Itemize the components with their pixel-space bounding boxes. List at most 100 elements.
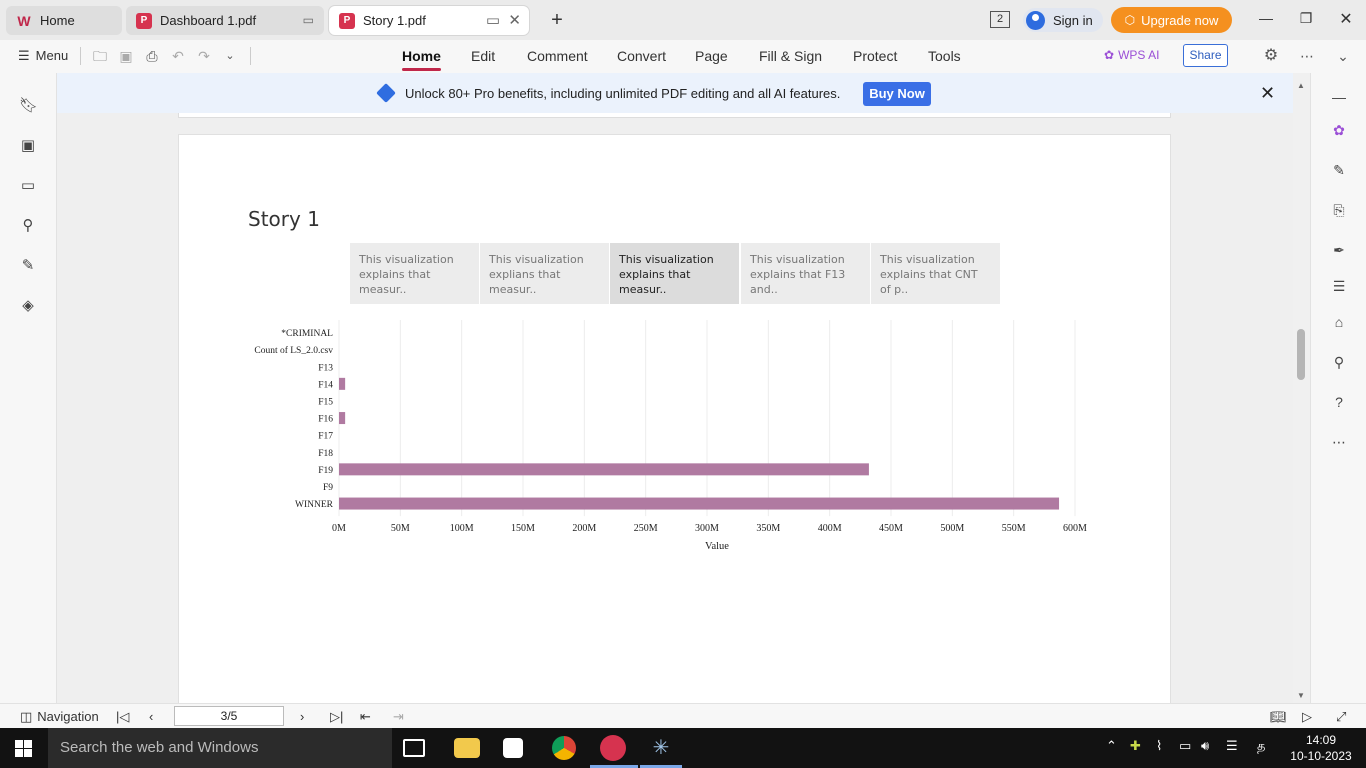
chevron-down-icon[interactable]: ⌄ (221, 47, 239, 65)
story-point-2[interactable]: This visualization explians that measur.… (480, 243, 609, 304)
minimize-button[interactable]: — (1256, 10, 1276, 26)
translate-icon[interactable]: ⌂ (1330, 313, 1348, 331)
redo-icon[interactable]: ↷ (195, 47, 213, 65)
tab-dashboard-pdf[interactable]: P Dashboard 1.pdf ▭ (126, 6, 324, 35)
file-explorer-icon[interactable] (454, 738, 480, 758)
wifi-icon[interactable]: ⌇ (1156, 738, 1162, 754)
play-icon[interactable]: ▷ (1302, 709, 1312, 725)
page-count-badge[interactable]: 2 (990, 11, 1010, 28)
compare-icon[interactable]: ☰ (1330, 277, 1348, 295)
tab-close-icon[interactable]: ▭ ✕ (486, 11, 521, 29)
story-point-5[interactable]: This visualization explains that CNT of … (871, 243, 1000, 304)
attachment-icon[interactable]: ⚲ (19, 217, 37, 235)
navigation-label: Navigation (37, 709, 99, 724)
maximize-button[interactable]: ❐ (1296, 10, 1316, 27)
close-window-button[interactable]: ✕ (1336, 9, 1356, 29)
tab-home-menu[interactable]: Home (402, 48, 441, 71)
panel-icon: ◫ (20, 709, 33, 724)
volume-icon[interactable]: 🔊︎ (1201, 738, 1209, 754)
x-tick-label: 350M (756, 523, 780, 534)
story-point-4[interactable]: This visualization explains that F13 and… (741, 243, 870, 304)
taskbar-clock[interactable]: 14:09 10-10-2023 (1288, 732, 1354, 764)
new-tab-button[interactable]: + (546, 10, 568, 30)
y-category-label: F13 (318, 363, 333, 373)
chrome-icon[interactable] (552, 736, 576, 760)
help-icon[interactable]: ? (1330, 393, 1348, 411)
taskbar-search-input[interactable]: Search the web and Windows (48, 728, 392, 768)
share-button[interactable]: Share (1183, 44, 1228, 67)
next-page-icon[interactable]: › (300, 709, 304, 724)
document-viewer: Unlock 80+ Pro benefits, including unlim… (57, 73, 1293, 703)
battery-icon[interactable]: ▭ (1179, 738, 1191, 754)
tableau-icon[interactable]: ✳ (650, 737, 672, 759)
task-view-icon[interactable] (403, 739, 425, 757)
x-tick-label: 0M (332, 523, 346, 534)
tray-app-icon[interactable]: ✚ (1130, 738, 1141, 754)
fullscreen-icon[interactable]: ⤢ (1336, 709, 1346, 725)
search-icon[interactable]: ⚲ (1330, 353, 1348, 371)
thumbnail-icon[interactable]: ▣ (19, 137, 37, 155)
menu-button[interactable]: ☰ Menu (18, 48, 68, 64)
save-icon[interactable]: ▣ (117, 47, 135, 65)
more-icon[interactable]: ⋯ (1330, 433, 1348, 451)
tab-fill-sign[interactable]: Fill & Sign (759, 48, 822, 64)
store-icon[interactable] (503, 738, 523, 758)
last-page-icon[interactable]: ▷| (330, 709, 343, 725)
rotate-right-icon[interactable]: ⇥ (393, 709, 404, 725)
tab-home[interactable]: W Home (6, 6, 122, 35)
close-banner-icon[interactable]: ✕ (1260, 83, 1275, 104)
x-tick-label: 250M (634, 523, 658, 534)
tab-protect[interactable]: Protect (853, 48, 897, 64)
comment-icon[interactable]: ▭ (19, 177, 37, 195)
wps-taskbar-icon[interactable] (600, 735, 626, 761)
signature-icon[interactable]: ✎ (19, 257, 37, 275)
vertical-scrollbar[interactable]: ▲ ▼ (1293, 73, 1310, 703)
first-page-icon[interactable]: |◁ (116, 709, 129, 725)
ai-assistant-icon[interactable]: ✿ (1330, 121, 1348, 139)
wps-ai-button[interactable]: ✿ WPS AI (1104, 48, 1159, 62)
collapse-icon[interactable]: — (1330, 88, 1348, 106)
scroll-down-icon[interactable]: ▼ (1297, 691, 1305, 700)
tab-tools[interactable]: Tools (928, 48, 961, 64)
sign-in-button[interactable]: Sign in (1023, 8, 1103, 32)
right-sidebar: — ✿ ✎ ⎘ ✒ ☰ ⌂ ⚲ ? ⋯ (1310, 73, 1366, 703)
tab-label: Home (40, 13, 75, 28)
bar-chart: 0M 50M 100M 150M 200M 250M 300M 350M 400M 450M 500… (254, 320, 1087, 550)
navigation-button[interactable]: ◫ Navigation (20, 709, 99, 725)
x-tick-label: 100M (450, 523, 474, 534)
prev-page-icon[interactable]: ‹ (149, 709, 153, 724)
upgrade-button[interactable]: ⬡ Upgrade now (1111, 7, 1232, 33)
gear-icon[interactable]: ⚙ (1262, 47, 1280, 65)
edit-icon[interactable]: ✎ (1330, 161, 1348, 179)
tab-window-icon[interactable]: ▭ (303, 13, 314, 27)
buy-now-button[interactable]: Buy Now (863, 82, 931, 106)
layers-icon[interactable]: ◈ (19, 297, 37, 315)
notification-icon[interactable]: ☰ (1226, 738, 1238, 754)
read-mode-icon[interactable]: 📖︎ (1270, 709, 1287, 725)
story-point-1[interactable]: This visualization explains that measur.… (350, 243, 479, 304)
tab-convert[interactable]: Convert (617, 48, 666, 64)
bar (339, 463, 869, 476)
bookmark-icon[interactable]: 🔖︎ (19, 97, 38, 115)
scroll-up-icon[interactable]: ▲ (1297, 81, 1305, 90)
rotate-left-icon[interactable]: ⇤ (360, 709, 371, 725)
print-icon[interactable]: ⎙ (143, 47, 161, 65)
story-point-3[interactable]: This visualization explains that measur.… (610, 243, 739, 304)
more-icon[interactable]: ⋯ (1298, 47, 1316, 65)
export-icon[interactable]: ⎘ (1330, 201, 1348, 219)
page-number-input[interactable]: 3/5 (174, 706, 284, 726)
tab-story-pdf[interactable]: P Story 1.pdf ▭ ✕ (329, 6, 529, 35)
sign-pen-icon[interactable]: ✒ (1330, 241, 1348, 259)
previous-page-edge (178, 113, 1171, 118)
scroll-thumb[interactable] (1297, 329, 1305, 380)
undo-icon[interactable]: ↶ (169, 47, 187, 65)
chevron-down-icon[interactable]: ⌄ (1334, 47, 1352, 65)
tab-page[interactable]: Page (695, 48, 728, 64)
tray-chevron-icon[interactable]: ⌃ (1106, 738, 1117, 754)
open-folder-icon[interactable]: 🗀 (91, 47, 109, 65)
tab-comment[interactable]: Comment (527, 48, 588, 64)
windows-start-icon[interactable] (15, 740, 33, 757)
tab-edit[interactable]: Edit (471, 48, 495, 64)
pdf-icon: P (339, 12, 355, 29)
language-icon[interactable]: த (1257, 738, 1265, 755)
